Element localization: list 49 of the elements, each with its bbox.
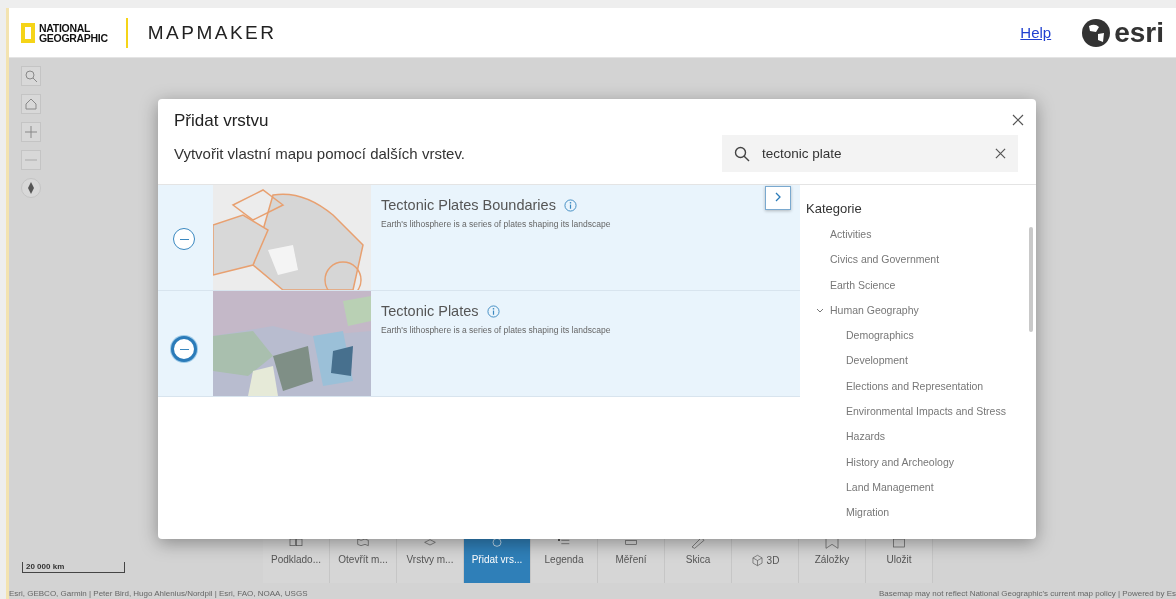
map-icon	[356, 537, 370, 549]
expand-button[interactable]	[765, 186, 791, 210]
category-item[interactable]: Human Geography	[806, 303, 1036, 330]
search-icon	[24, 69, 38, 83]
esri-logo: esri	[1081, 16, 1164, 49]
home-button[interactable]	[21, 94, 41, 114]
remove-button[interactable]	[173, 228, 195, 250]
layer-description: Earth's lithosphere is a series of plates shaping its landscape	[381, 325, 611, 335]
attribution-text: Esri, GEBCO, Garmin | Peter Bird, Hugo Ahlenius/Nordpil | Esri, FAO, NOAA, USGS	[9, 589, 308, 598]
basemap-icon	[289, 537, 303, 549]
category-item[interactable]: Demographics	[806, 329, 1036, 355]
layer-description: Earth's lithosphere is a series of plates shaping its landscape	[381, 219, 611, 229]
dialog-title: Přidat vrstvu	[174, 111, 269, 131]
search-input[interactable]: tectonic plate	[760, 145, 985, 162]
search-button[interactable]	[21, 66, 41, 86]
info-icon[interactable]	[563, 198, 577, 212]
category-item[interactable]: Earth Science	[806, 278, 1036, 304]
dialog-subtitle: Vytvořit vlastní mapu pomocí dalších vrstev.	[174, 145, 465, 162]
compass-button[interactable]	[21, 178, 41, 198]
layer-title: Tectonic Plates Boundaries	[381, 197, 556, 213]
info-icon[interactable]	[486, 304, 500, 318]
search-icon	[734, 145, 750, 162]
pencil-icon	[691, 537, 705, 549]
zoom-in-button[interactable]	[21, 122, 41, 142]
chevron-icon	[774, 192, 782, 202]
remove-button[interactable]	[171, 336, 197, 362]
attribution-text: Basemap may not reflect National Geographic's current map policy | Powered by Es	[878, 589, 1176, 598]
cube-icon	[750, 554, 764, 567]
category-item[interactable]: Development	[806, 354, 1036, 380]
category-item[interactable]: Land Management	[806, 480, 1036, 507]
categories-title: Kategorie	[806, 201, 863, 216]
save-icon	[892, 537, 906, 549]
caret-icon	[816, 306, 824, 315]
help-link[interactable]: Help	[1020, 24, 1052, 41]
layer-title: Tectonic Plates	[381, 303, 479, 319]
category-item[interactable]: Hazards	[806, 430, 1036, 456]
category-item[interactable]: Elections and Representation	[806, 379, 1036, 406]
app-title: MAPMAKER	[147, 21, 277, 44]
result-row[interactable]: Tectonic Plates Boundaries Earth's lithosphere is a series of plates shaping its landscape	[158, 185, 800, 291]
category-item[interactable]: Activities	[806, 228, 1036, 254]
home-icon	[24, 97, 38, 111]
scale-bar: 20 000 km	[22, 562, 125, 573]
search-field[interactable]: tectonic plate	[722, 135, 1018, 172]
national-geographic-logo: NATIONAL GEOGRAPHIC	[21, 22, 108, 43]
category-item[interactable]: History and Archeology	[806, 455, 1036, 481]
category-item[interactable]: Environmental Impacts and Stress	[806, 405, 1036, 431]
category-item[interactable]: Civics and Government	[806, 253, 1036, 279]
zoom-in-icon	[24, 125, 38, 139]
result-row[interactable]: Tectonic Plates Earth's lithosphere is a series of plates shaping its landscape	[158, 291, 800, 397]
